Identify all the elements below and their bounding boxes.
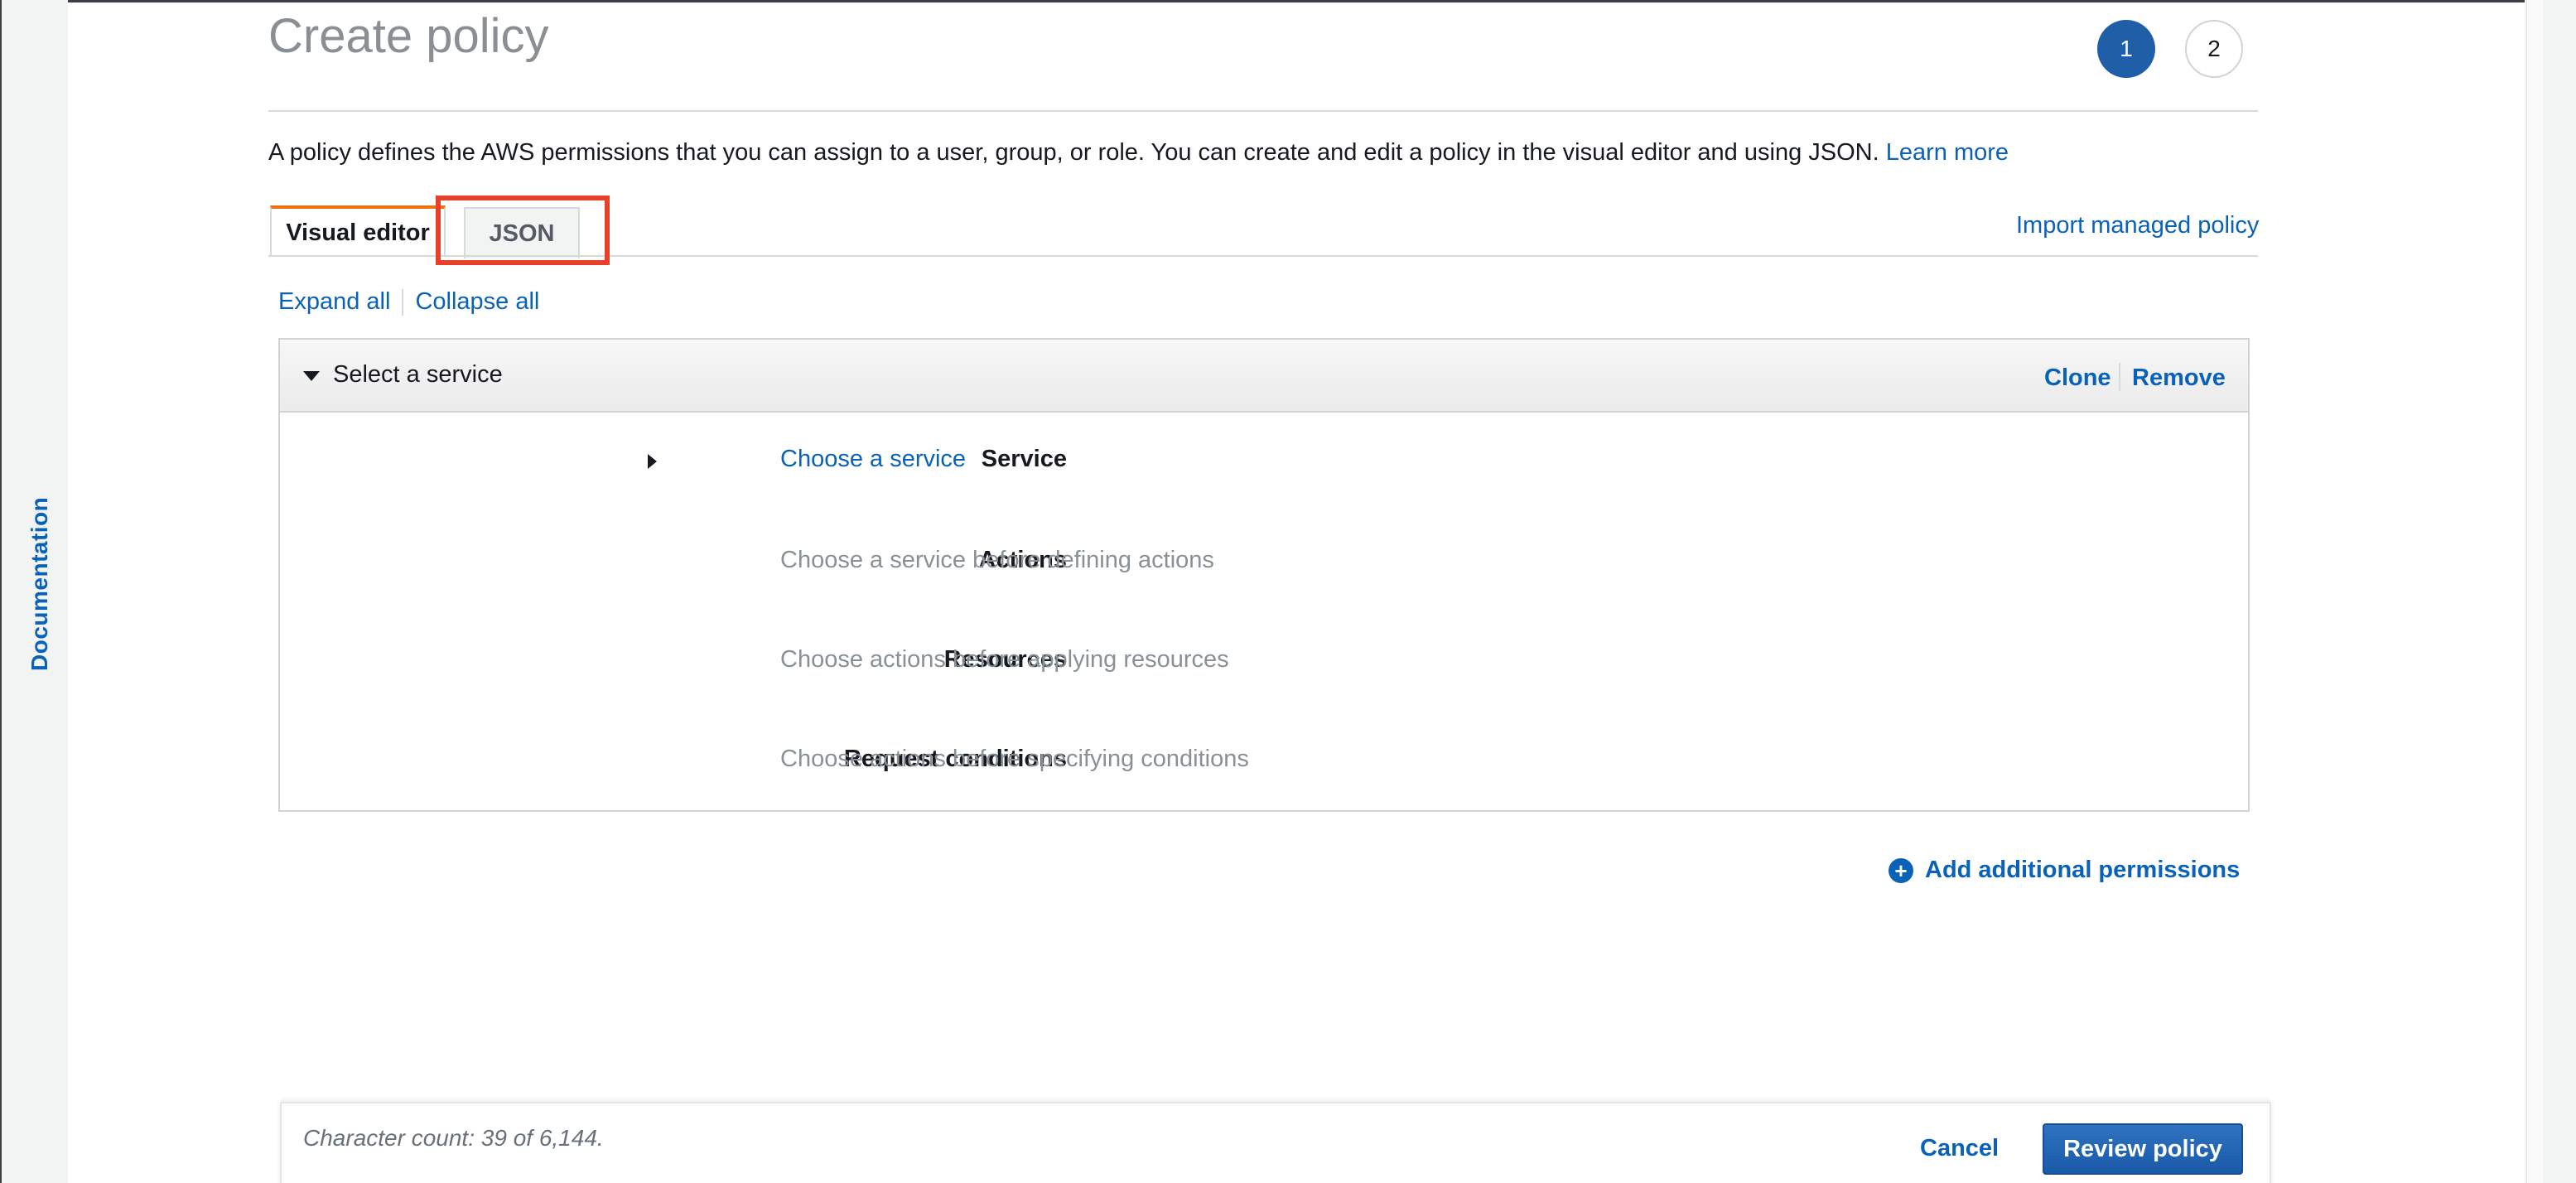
caret-right-icon[interactable]	[648, 454, 657, 469]
add-permissions-label: Add additional permissions	[1925, 857, 2241, 883]
clone-button[interactable]: Clone	[2044, 365, 2111, 392]
cancel-button[interactable]: Cancel	[1920, 1135, 1999, 1162]
documentation-tab[interactable]: Documentation	[27, 497, 53, 671]
expand-collapse-controls: Expand all Collapse all	[278, 288, 539, 316]
request-conditions-hint: Choose actions before specifying conditi…	[780, 746, 1249, 772]
highlight-box	[436, 196, 610, 265]
window-top-border	[0, 0, 2576, 2]
tab-visual-editor[interactable]: Visual editor	[270, 205, 446, 257]
service-label: Service	[981, 446, 1067, 472]
resources-hint: Choose actions before applying resources	[780, 646, 1229, 673]
panel-title: Select a service	[333, 361, 503, 388]
caret-down-icon[interactable]	[303, 371, 320, 381]
service-permission-panel: Select a service Clone Remove Service Ch…	[278, 338, 2250, 812]
step-indicator-1: 1	[2097, 20, 2155, 78]
plus-circle-icon: +	[1889, 857, 1913, 883]
import-managed-policy-link[interactable]: Import managed policy	[2016, 212, 2259, 239]
page-description: A policy defines the AWS permissions tha…	[268, 139, 2009, 167]
review-policy-button[interactable]: Review policy	[2043, 1123, 2243, 1175]
collapse-all-link[interactable]: Collapse all	[415, 288, 539, 316]
remove-button[interactable]: Remove	[2132, 365, 2226, 392]
page-title: Create policy	[268, 9, 549, 63]
add-additional-permissions-button[interactable]: + Add additional permissions	[1889, 857, 2240, 884]
description-text: A policy defines the AWS permissions tha…	[268, 139, 1879, 166]
link-separator	[402, 288, 404, 316]
scrollbar-track[interactable]	[2525, 0, 2576, 1183]
learn-more-link[interactable]: Learn more	[1886, 139, 2009, 166]
character-count: Character count: 39 of 6,144.	[303, 1125, 604, 1151]
actions-hint: Choose a service before defining actions	[780, 547, 1214, 573]
panel-header[interactable]: Select a service Clone Remove	[280, 340, 2248, 413]
step-indicator-2: 2	[2185, 20, 2243, 78]
action-separator	[2119, 363, 2120, 391]
choose-service-link[interactable]: Choose a service	[780, 446, 966, 473]
help-sidebar: Documentation	[0, 0, 68, 1183]
scrollbar[interactable]	[2526, 0, 2543, 1183]
expand-all-link[interactable]: Expand all	[278, 288, 390, 316]
header-divider	[268, 110, 2258, 112]
footer-bar: Character count: 39 of 6,144. Cancel Rev…	[280, 1102, 2271, 1183]
